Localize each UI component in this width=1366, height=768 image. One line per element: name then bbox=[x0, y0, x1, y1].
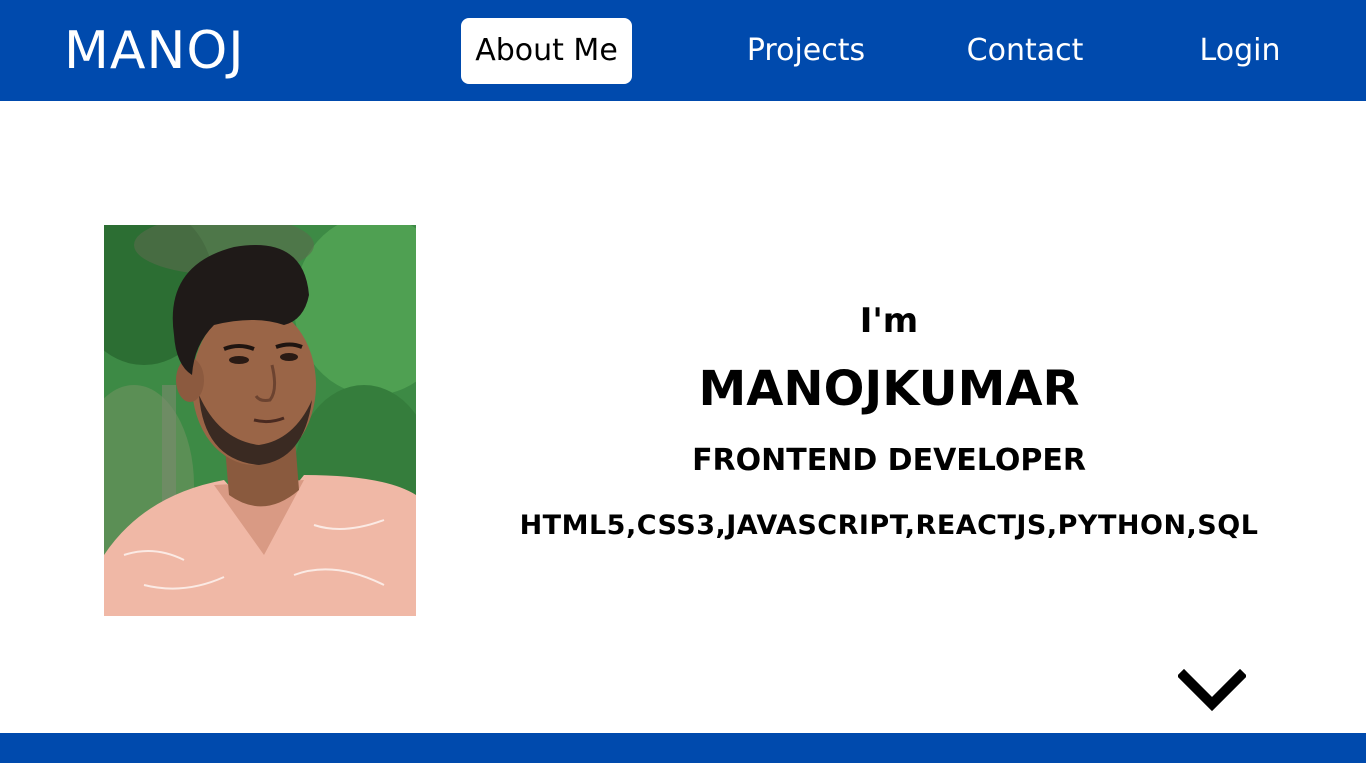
profile-photo bbox=[104, 225, 416, 616]
hero-name: MANOJKUMAR bbox=[698, 361, 1080, 417]
hero-intro: I'm bbox=[859, 301, 919, 341]
top-navbar: MANOJ About Me Projects Contact Login bbox=[0, 0, 1366, 101]
footer-bar bbox=[0, 733, 1366, 763]
brand-logo-text[interactable]: MANOJ bbox=[64, 20, 245, 82]
nav-projects[interactable]: Projects bbox=[730, 18, 882, 84]
nav-contact[interactable]: Contact bbox=[955, 18, 1095, 84]
hero-role: FRONTEND DEVELOPER bbox=[692, 443, 1086, 478]
chevron-down-icon[interactable] bbox=[1176, 668, 1248, 714]
hero-skills: HTML5,CSS3,JAVASCRIPT,REACTJS,PYTHON,SQL bbox=[519, 510, 1259, 541]
nav-login[interactable]: Login bbox=[1190, 18, 1290, 84]
nav-about-me[interactable]: About Me bbox=[461, 18, 632, 84]
